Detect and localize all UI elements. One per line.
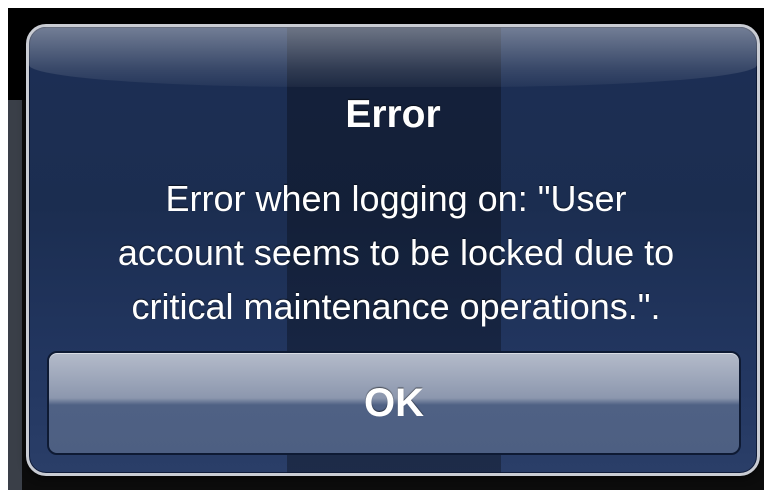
background-left-panel: [8, 100, 22, 490]
error-alert-dialog: Error Error when logging on: "User accou…: [26, 24, 760, 476]
dialog-message-line: account seems to be locked due to: [117, 232, 675, 273]
dialog-title: Error: [345, 93, 441, 136]
dialog-gloss-highlight: [29, 27, 757, 87]
dialog-message-line: critical maintenance operations.".: [131, 286, 661, 327]
dialog-message: Error when logging on: "User account see…: [49, 172, 743, 334]
ok-button[interactable]: OK: [47, 351, 741, 455]
dialog-message-line: Error when logging on: "User: [165, 178, 627, 219]
ok-button-label: OK: [364, 381, 424, 425]
